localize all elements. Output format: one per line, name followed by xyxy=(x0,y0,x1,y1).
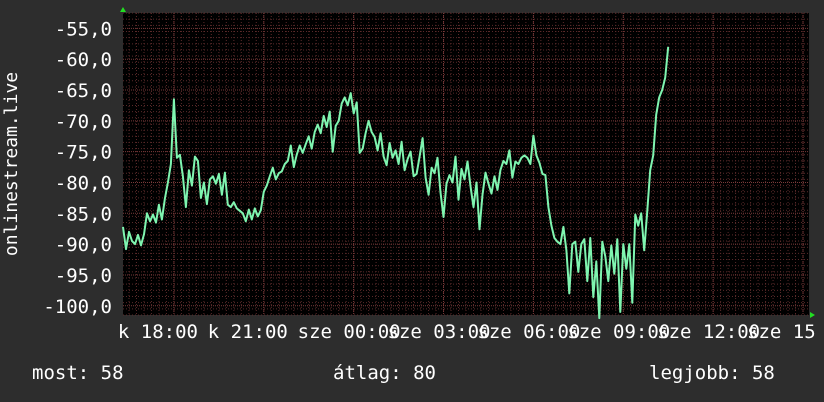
y-tick-label: -90,0 xyxy=(55,234,112,256)
average-value-label: átlag: 80 xyxy=(333,362,436,384)
x-tick-label: sze 12:00 xyxy=(657,321,760,343)
line-chart: -55,0 -60,0 -65,0 -70,0 -75,0 -80,0 -85,0 -90,0… xyxy=(1,7,816,343)
x-tick-label: sze 03:00 xyxy=(388,321,491,343)
current-value-label: most: 58 xyxy=(32,362,124,384)
x-tick-label: k 18:00 xyxy=(118,321,198,343)
y-tick-label: -75,0 xyxy=(55,142,112,164)
y-tick-label: -85,0 xyxy=(55,203,112,225)
y-axis-label: onlinestream.live xyxy=(1,72,22,256)
x-tick-label: sze 09:00 xyxy=(567,321,670,343)
y-tick-label: -65,0 xyxy=(55,80,112,102)
y-tick-label: -80,0 xyxy=(55,172,112,194)
x-tick-label: sze 06:00 xyxy=(477,321,580,343)
y-tick-label: -70,0 xyxy=(55,111,112,133)
y-tick-label: -60,0 xyxy=(55,49,112,71)
y-tick-label: -100,0 xyxy=(43,296,112,318)
x-axis-arrow xyxy=(810,312,815,318)
y-axis-arrow xyxy=(120,7,126,12)
best-value-label: legjobb: 58 xyxy=(649,362,775,384)
x-tick-label: sze 00:00 xyxy=(298,321,401,343)
y-tick-label: -55,0 xyxy=(55,18,112,40)
y-tick-label: -95,0 xyxy=(55,265,112,287)
x-tick-label: k 21:00 xyxy=(208,321,288,343)
chart-root: -55,0 -60,0 -65,0 -70,0 -75,0 -80,0 -85,0 -90,0… xyxy=(0,0,824,402)
x-tick-label: sze 15 xyxy=(747,321,816,343)
